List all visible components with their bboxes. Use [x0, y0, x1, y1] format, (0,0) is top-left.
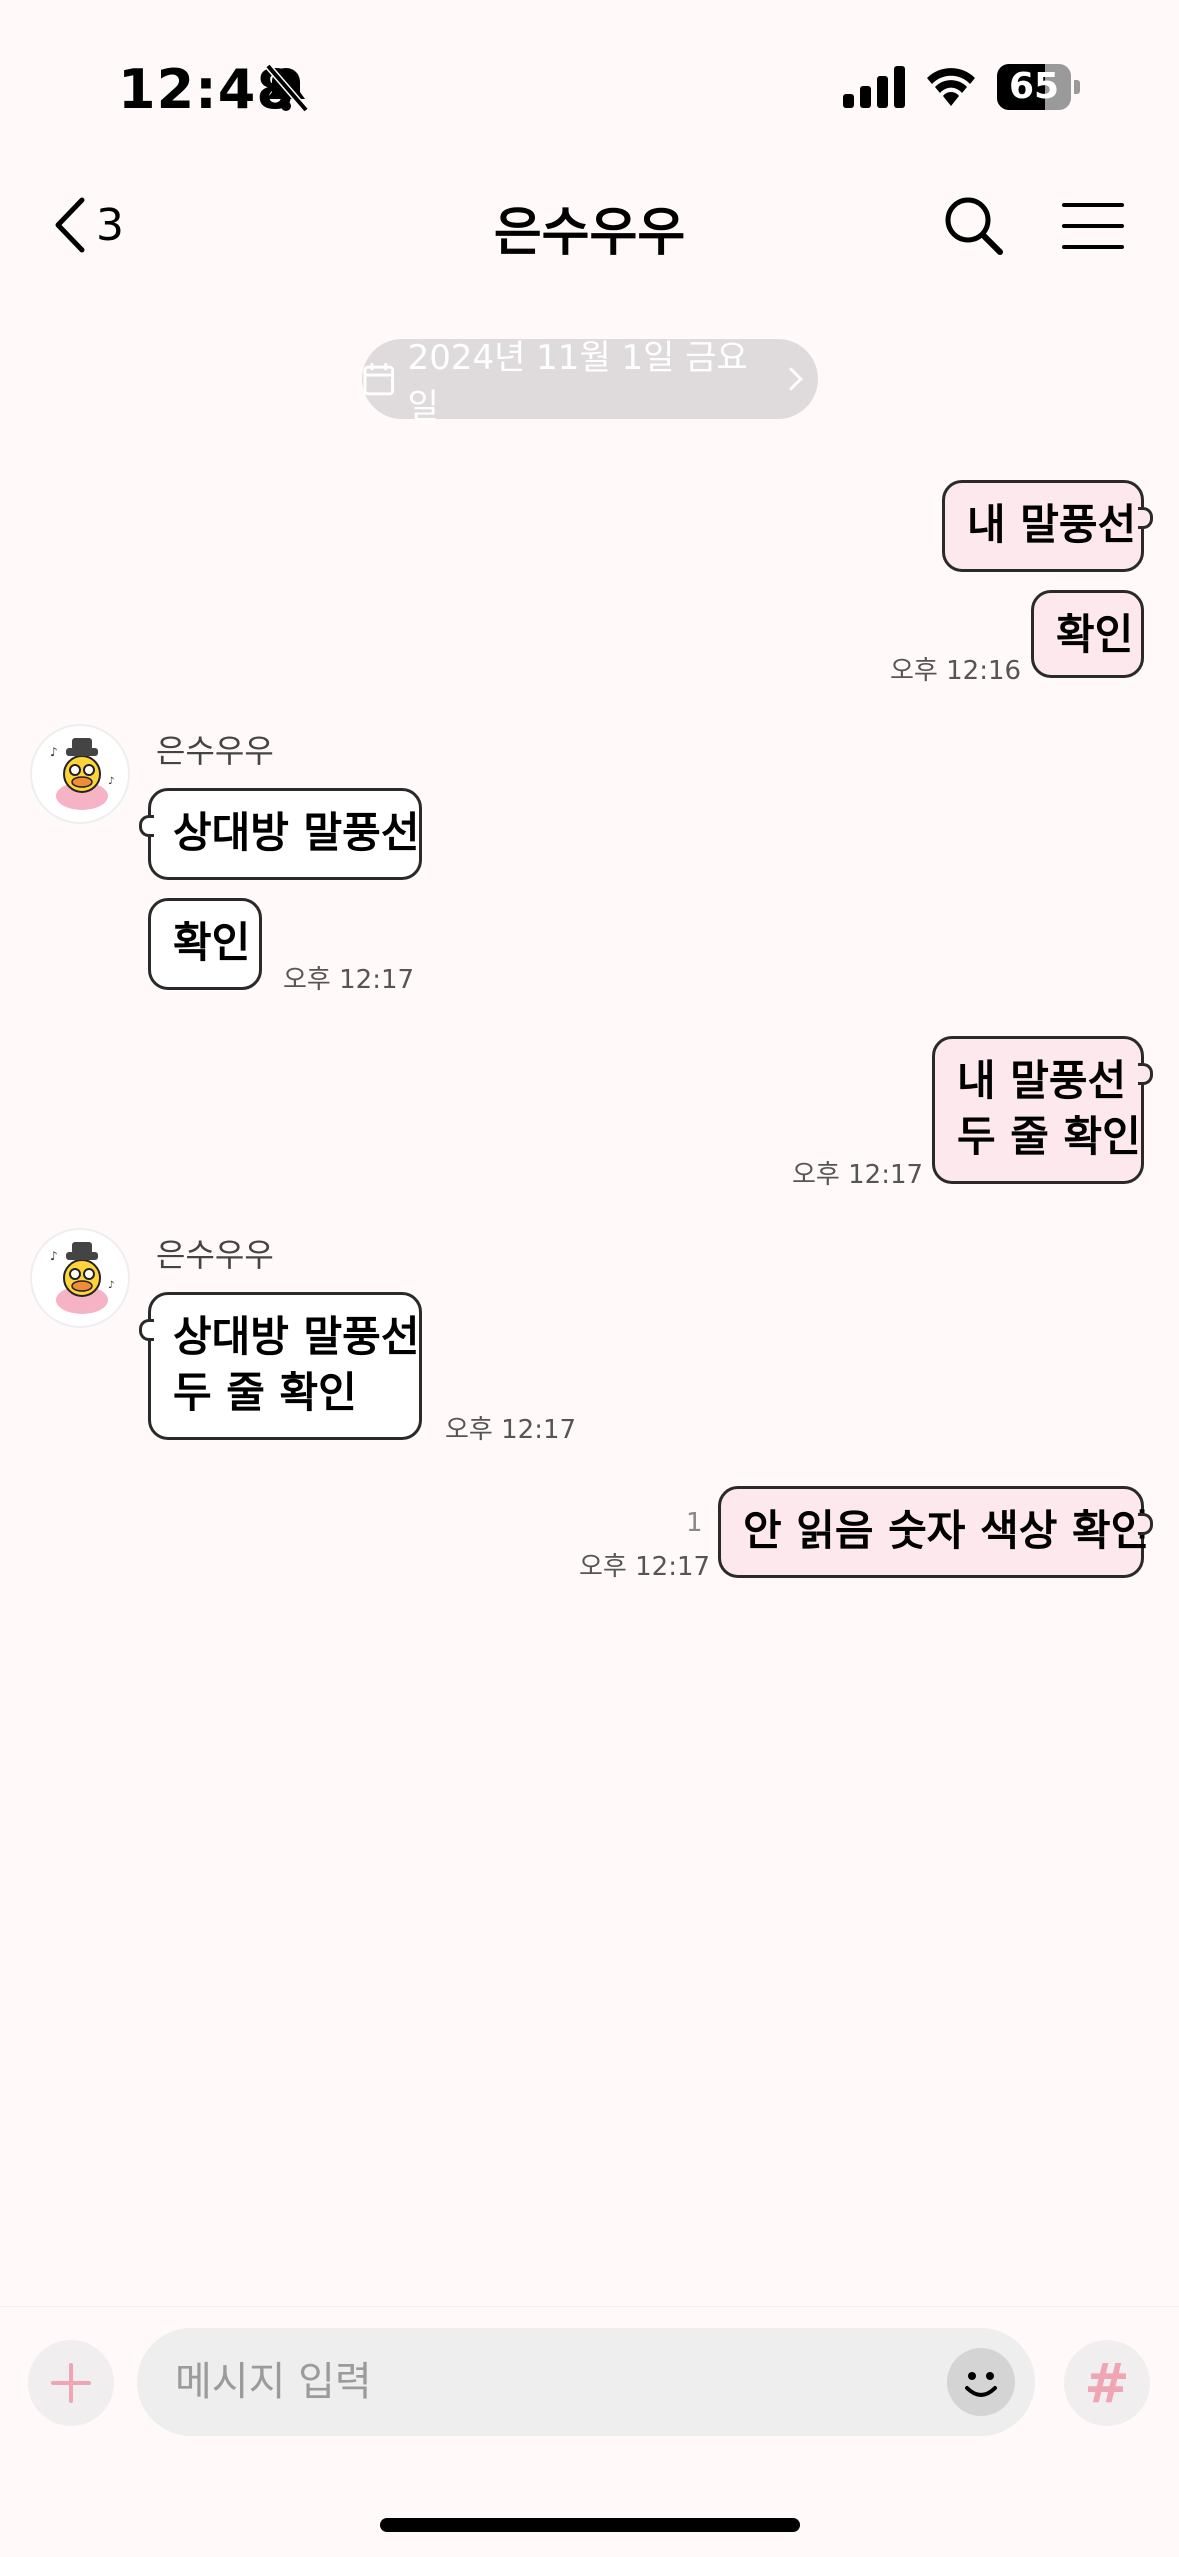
message-text: 내 말풍선 — [967, 500, 1137, 549]
sender-name: 은수우우 — [156, 732, 274, 770]
unread-count: 1 — [686, 1508, 703, 1538]
my-message-bubble[interactable]: 확인 — [1031, 590, 1144, 678]
signal-icon — [843, 66, 905, 108]
svg-text:♪: ♪ — [50, 1249, 58, 1263]
wifi-icon — [927, 68, 975, 106]
their-message-bubble[interactable]: 상대방 말풍선 — [139, 788, 422, 880]
svg-text:♪: ♪ — [108, 1280, 114, 1291]
message-text-line: 상대방 말풍선 — [173, 1312, 420, 1361]
message-text-line: 두 줄 확인 — [173, 1368, 357, 1417]
chevron-right-icon — [789, 367, 804, 391]
search-icon[interactable] — [940, 190, 1006, 260]
message-text: 확인 — [1056, 610, 1134, 659]
attach-button[interactable] — [28, 2340, 114, 2426]
menu-icon[interactable] — [1062, 200, 1124, 252]
emoji-button[interactable] — [947, 2348, 1015, 2416]
home-indicator — [380, 2518, 800, 2532]
message-time: 오후 12:17 — [283, 965, 415, 995]
battery-percent: 65 — [1008, 66, 1060, 107]
their-message-bubble[interactable]: 확인 — [148, 898, 262, 990]
their-message-bubble[interactable]: 상대방 말풍선 두 줄 확인 — [139, 1292, 422, 1440]
message-input[interactable]: 메시지 입력 — [137, 2328, 1035, 2436]
message-text: 확인 — [173, 918, 251, 967]
duck-character-icon: ♪ ♪ — [50, 738, 114, 810]
date-label: 2024년 11월 1일 금요일 — [407, 338, 748, 427]
bell-slash-icon — [265, 63, 309, 113]
emoji-icon — [965, 2372, 997, 2397]
hashtag-icon: # — [1084, 2351, 1130, 2415]
message-text-line: 두 줄 확인 — [957, 1112, 1141, 1161]
message-text: 안 읽음 숫자 색상 확인 — [743, 1506, 1150, 1555]
message-time: 오후 12:17 — [445, 1415, 577, 1445]
my-message-bubble[interactable]: 내 말풍선 — [942, 480, 1153, 572]
svg-text:♪: ♪ — [108, 776, 114, 787]
sender-name: 은수우우 — [156, 1236, 274, 1274]
my-message-bubble[interactable]: 내 말풍선 두 줄 확인 — [932, 1036, 1153, 1184]
svg-text:♪: ♪ — [50, 745, 58, 759]
battery-icon: 65 — [997, 64, 1081, 110]
message-time: 오후 12:17 — [579, 1552, 711, 1582]
calendar-icon — [363, 363, 395, 396]
hashtag-button[interactable]: # — [1064, 2340, 1150, 2426]
message-time: 오후 12:17 — [792, 1160, 924, 1190]
avatar[interactable]: ♪ ♪ — [30, 1228, 130, 1328]
avatar[interactable]: ♪ ♪ — [30, 724, 130, 824]
my-message-bubble[interactable]: 안 읽음 숫자 색상 확인 — [718, 1486, 1153, 1578]
message-text: 상대방 말풍선 — [173, 808, 420, 857]
message-text-line: 내 말풍선 — [957, 1056, 1127, 1105]
message-input-placeholder: 메시지 입력 — [175, 2359, 372, 2405]
message-time: 오후 12:16 — [890, 656, 1022, 686]
date-divider[interactable]: 2024년 11월 1일 금요일 — [362, 338, 818, 427]
plus-icon — [51, 2363, 91, 2403]
duck-character-icon: ♪ ♪ — [50, 1242, 114, 1314]
